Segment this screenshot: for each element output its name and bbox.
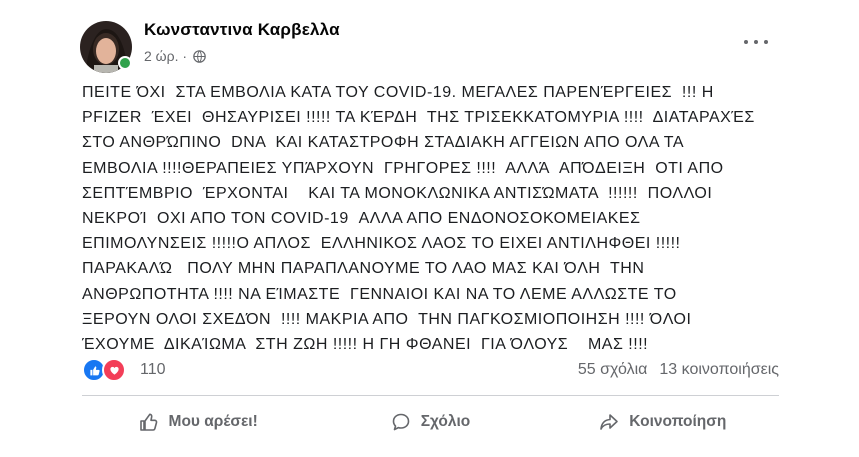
- like-button-label: Μου αρέσει!: [168, 413, 258, 430]
- divider: [82, 395, 779, 396]
- online-status-indicator: [118, 56, 132, 70]
- globe-icon: [193, 49, 206, 63]
- thumbs-up-icon: [139, 413, 157, 431]
- share-arrow-icon: [600, 414, 619, 430]
- action-bar: Μου αρέσει! Σχόλιο Κοινοποίηση: [82, 402, 779, 442]
- post-text: ΠΕΙΤΕ ΌΧΙ ΣΤΑ ΕΜΒΟΛΙΑ ΚΑΤΑ ΤΟΥ COVID-19.…: [82, 84, 755, 354]
- facebook-post: Κωνσταντινα Καρβελλα 2 ώρ. · ΠΕΙΤΕ ΌΧΙ Σ…: [0, 0, 859, 457]
- comments-count[interactable]: 55 σχόλια: [578, 361, 647, 379]
- more-options-icon[interactable]: [744, 34, 768, 50]
- like-button[interactable]: Μου αρέσει!: [82, 402, 314, 442]
- post-meta: 2 ώρ. ·: [144, 48, 206, 64]
- love-reaction-icon: [102, 358, 126, 382]
- shares-count[interactable]: 13 κοινοποιήσεις: [659, 361, 779, 379]
- comment-bubble-icon: [392, 413, 410, 431]
- author-name[interactable]: Κωνσταντινα Καρβελλα: [144, 20, 340, 40]
- share-button[interactable]: Κοινοποίηση: [547, 402, 779, 442]
- reaction-count: 110: [140, 361, 166, 378]
- share-button-label: Κοινοποίηση: [629, 413, 727, 430]
- post-time[interactable]: 2 ώρ. ·: [144, 48, 187, 64]
- reactions-summary[interactable]: 110: [82, 358, 166, 382]
- comment-button-label: Σχόλιο: [420, 413, 471, 430]
- engagement-counts: 55 σχόλια 13 κοινοποιήσεις: [578, 361, 779, 379]
- comment-button[interactable]: Σχόλιο: [314, 402, 546, 442]
